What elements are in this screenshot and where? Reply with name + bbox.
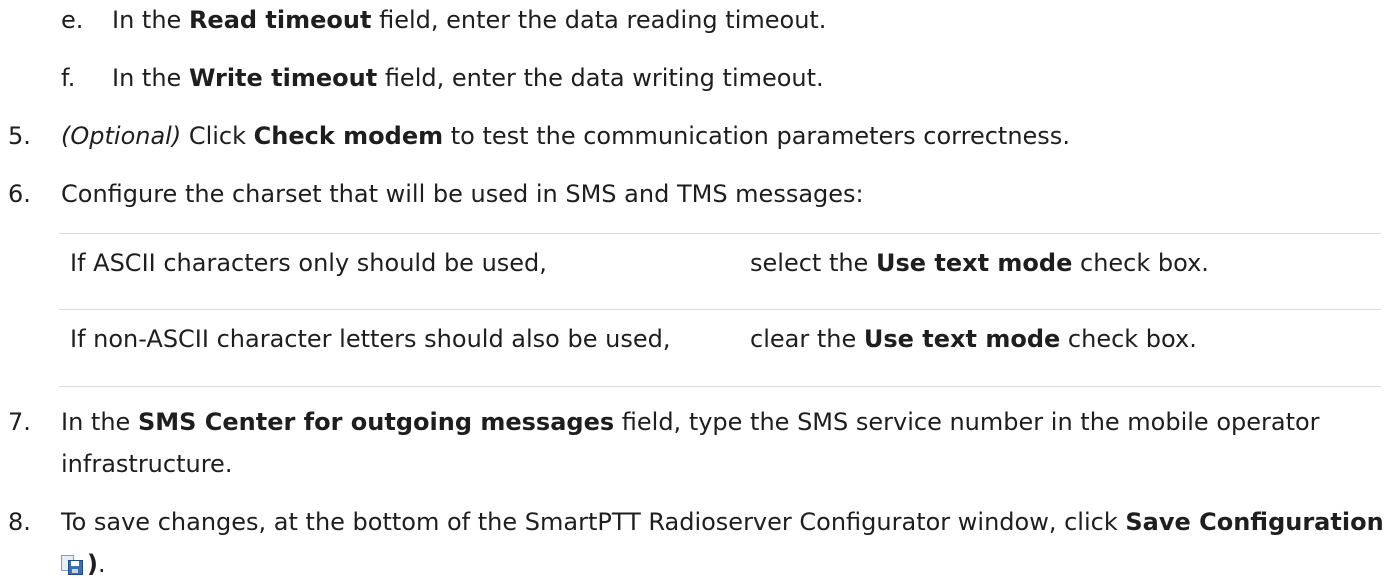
step-7-continuation: infrastructure.: [61, 450, 233, 478]
step-6-marker: 6.: [8, 180, 31, 208]
step-8-continuation: ).: [61, 549, 106, 579]
step-7-marker: 7.: [8, 408, 31, 436]
save-configuration-term: Save Configuration (: [1125, 508, 1392, 536]
condition-cell: If non-ASCII character letters should al…: [70, 325, 671, 353]
use-text-mode-term: Use text mode: [875, 249, 1073, 277]
check-modem-term: Check modem: [253, 122, 444, 150]
table-row: If non-ASCII character letters should al…: [59, 310, 1381, 385]
table-row: If ASCII characters only should be used,…: [59, 234, 1381, 310]
document-page: e. In the Read timeout field, enter the …: [0, 0, 1392, 579]
use-text-mode-term: Use text mode: [863, 325, 1061, 353]
condition-cell: If ASCII characters only should be used,: [70, 249, 547, 277]
substep-f: In the Write timeout field, enter the da…: [112, 64, 824, 92]
step-5: (Optional) Click Check modem to test the…: [61, 122, 1070, 150]
substep-e: In the Read timeout field, enter the dat…: [112, 6, 827, 34]
action-cell: clear the Use text mode check box.: [750, 325, 1197, 353]
step-6: Configure the charset that will be used …: [61, 180, 864, 208]
save-configuration-icon: [61, 555, 83, 575]
write-timeout-term: Write timeout: [188, 64, 378, 92]
charset-table: If ASCII characters only should be used,…: [59, 233, 1381, 387]
step-7: In the SMS Center for outgoing messages …: [61, 408, 1320, 436]
action-cell: select the Use text mode check box.: [750, 249, 1209, 277]
substep-f-marker: f.: [61, 64, 76, 92]
substep-e-marker: e.: [61, 6, 84, 34]
step-5-marker: 5.: [8, 122, 31, 150]
sms-center-term: SMS Center for outgoing messages: [137, 408, 615, 436]
step-8-marker: 8.: [8, 508, 31, 536]
read-timeout-term: Read timeout: [188, 6, 372, 34]
step-8: To save changes, at the bottom of the Sm…: [61, 507, 1392, 537]
optional-label: (Optional): [61, 122, 182, 150]
